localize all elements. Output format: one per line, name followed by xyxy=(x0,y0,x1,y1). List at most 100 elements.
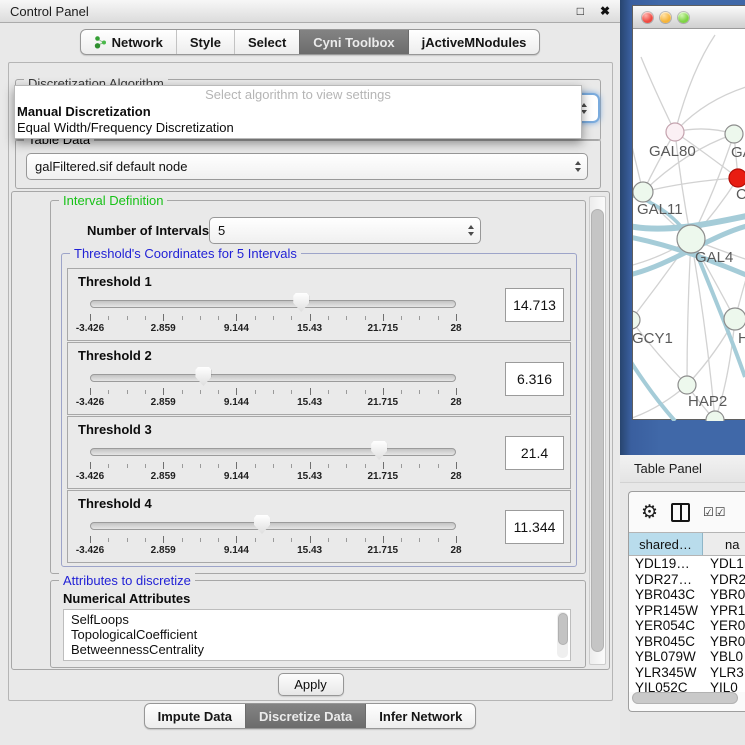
table-horizontal-scrollbar[interactable] xyxy=(632,692,738,704)
tab-label: Infer Network xyxy=(379,709,462,724)
slider-thumb[interactable] xyxy=(293,293,309,312)
threshold-value-field[interactable]: 21.4 xyxy=(505,436,564,470)
network-canvas[interactable]: GAL80GACGAL11GAL4GCY1HHAP2 xyxy=(633,29,745,421)
tab-discretize-data[interactable]: Discretize Data xyxy=(245,704,365,728)
cell-name: YPR1 xyxy=(702,603,745,618)
slider-thumb[interactable] xyxy=(254,515,270,534)
slider-thumb[interactable] xyxy=(371,441,387,460)
table-rows: YDL19…YDL1YDR27…YDR2YBR043CYBR0YPR145WYP… xyxy=(629,556,745,692)
tab-label: Network xyxy=(112,35,163,50)
checkboxes-icon[interactable]: ☑☑ xyxy=(703,505,727,519)
tab-network[interactable]: Network xyxy=(81,30,176,54)
dropdown-option[interactable]: Equal Width/Frequency Discretization xyxy=(15,120,581,136)
threshold-label: Threshold 4 xyxy=(78,496,152,511)
cell-shared-name: YDL19… xyxy=(629,556,702,571)
spinner-stepper-icon xyxy=(462,225,480,236)
cell-name: YER0 xyxy=(702,618,745,633)
cell-shared-name: YLR345W xyxy=(629,665,702,680)
group-title-interval-definition: Interval Definition xyxy=(59,193,167,208)
threshold-slider[interactable]: -3.4262.8599.14415.4321.71528 xyxy=(90,367,456,409)
table-row[interactable]: YBL079WYBL0 xyxy=(629,649,745,665)
table-row[interactable]: YDR27…YDR2 xyxy=(629,572,745,588)
mac-zoom-button[interactable] xyxy=(678,12,689,23)
tab-select[interactable]: Select xyxy=(234,30,299,54)
threshold-panel: Threshold 3-3.4262.8599.14415.4321.71528… xyxy=(67,416,571,489)
tab-label: jActiveMNodules xyxy=(422,35,527,50)
table-row[interactable]: YDL19…YDL1 xyxy=(629,556,745,572)
cell-name: YDR2 xyxy=(702,572,745,587)
panel-vertical-scrollbar[interactable] xyxy=(589,196,606,665)
columns-icon[interactable] xyxy=(671,503,690,522)
screen: Control Panel □ ✖ NetworkStyleSelectCyni… xyxy=(0,0,745,745)
table-row[interactable]: YBR045CYBR0 xyxy=(629,634,745,650)
settings-scroll-area: Interval Definition Number of Intervals … xyxy=(11,191,610,670)
table-row[interactable]: YLR345WYLR3 xyxy=(629,665,745,681)
slider-thumb[interactable] xyxy=(195,367,211,386)
tab-cyni-toolbox[interactable]: Cyni Toolbox xyxy=(299,30,407,54)
threshold-slider[interactable]: -3.4262.8599.14415.4321.71528 xyxy=(90,441,456,483)
table-row[interactable]: YBR043CYBR0 xyxy=(629,587,745,603)
table-data-combobox[interactable]: galFiltered.sif default node xyxy=(26,153,588,180)
number-of-intervals-spinner[interactable]: 5 xyxy=(209,217,481,244)
table-row[interactable]: YER054CYER0 xyxy=(629,618,745,634)
table-panel-section: Table Panel ⚙ ☑☑ shared… na YDL19…YDL1YD… xyxy=(620,455,745,745)
slider-track[interactable] xyxy=(90,300,456,308)
slider-track[interactable] xyxy=(90,448,456,456)
tab-style[interactable]: Style xyxy=(176,30,234,54)
slider-track[interactable] xyxy=(90,522,456,530)
slider-tick-labels: -3.4262.8599.14415.4321.71528 xyxy=(90,323,456,335)
network-node[interactable] xyxy=(725,125,743,143)
float-window-icon[interactable]: □ xyxy=(577,5,584,17)
tab-infer-network[interactable]: Infer Network xyxy=(365,704,475,728)
cell-name: YBR0 xyxy=(702,587,745,602)
apply-button[interactable]: Apply xyxy=(278,673,344,696)
tab-label: Discretize Data xyxy=(259,709,352,724)
network-window-titlebar xyxy=(633,6,745,29)
threshold-value-field[interactable]: 11.344 xyxy=(505,510,564,544)
cell-name: YLR3 xyxy=(702,665,744,680)
mac-minimize-button[interactable] xyxy=(660,12,671,23)
table-panel-titlebar: Table Panel xyxy=(620,455,745,483)
cyni-toolbox-panel: Discretization Algorithm Select algorith… xyxy=(8,62,613,701)
table-panel-body: ⚙ ☑☑ shared… na YDL19…YDL1YDR27…YDR2YBR0… xyxy=(628,491,745,712)
node-label: HAP2 xyxy=(688,393,727,410)
interval-definition-group: Interval Definition Number of Intervals … xyxy=(50,200,586,574)
numerical-attributes-list[interactable]: SelfLoopsTopologicalCoefficientBetweenne… xyxy=(63,609,571,661)
column-header-name[interactable]: na xyxy=(703,533,745,555)
threshold-slider[interactable]: -3.4262.8599.14415.4321.71528 xyxy=(90,515,456,557)
threshold-value-field[interactable]: 14.713 xyxy=(505,288,564,322)
tab-impute-data[interactable]: Impute Data xyxy=(145,704,245,728)
list-item[interactable]: TopologicalCoefficient xyxy=(71,627,570,642)
network-node[interactable] xyxy=(633,311,640,329)
cell-shared-name: YBR045C xyxy=(629,634,702,649)
gear-icon[interactable]: ⚙ xyxy=(641,503,658,522)
network-node[interactable] xyxy=(678,376,696,394)
column-header-shared[interactable]: shared… xyxy=(629,533,703,555)
slider-ticks xyxy=(90,462,456,470)
threshold-value-field[interactable]: 6.316 xyxy=(505,362,564,396)
dropdown-option[interactable]: Manual Discretization xyxy=(15,104,581,120)
slider-ticks xyxy=(90,388,456,396)
node-label: GCY1 xyxy=(633,330,673,347)
list-item[interactable]: BetweennessCentrality xyxy=(71,642,570,657)
cell-shared-name: YDR27… xyxy=(629,572,702,587)
list-item[interactable]: SelfLoops xyxy=(71,612,570,627)
table-data-group: Table Data galFiltered.sif default node xyxy=(15,139,601,189)
top-tab-strip: Network StyleSelectCyni Toolbox jActiveMNo… xyxy=(0,29,620,55)
network-node[interactable] xyxy=(729,169,745,187)
mac-close-button[interactable] xyxy=(642,12,653,23)
close-icon[interactable]: ✖ xyxy=(600,5,610,17)
slider-track[interactable] xyxy=(90,374,456,382)
network-node[interactable] xyxy=(666,123,684,141)
tab-jactivemnodules[interactable]: jActiveMNodules xyxy=(408,30,540,54)
dropdown-prompt: Select algorithm to view settings xyxy=(15,87,581,104)
network-node[interactable] xyxy=(633,182,653,202)
network-node[interactable] xyxy=(724,308,745,330)
table-row[interactable]: YPR145WYPR1 xyxy=(629,603,745,619)
cell-name: YBL0 xyxy=(702,649,743,664)
threshold-slider[interactable]: -3.4262.8599.14415.4321.71528 xyxy=(90,293,456,335)
threshold-panel: Threshold 1-3.4262.8599.14415.4321.71528… xyxy=(67,268,571,341)
numerical-attributes-label: Numerical Attributes xyxy=(63,591,190,606)
list-scrollbar[interactable] xyxy=(557,612,568,658)
table-row[interactable]: YIL052CYIL0 xyxy=(629,680,745,692)
